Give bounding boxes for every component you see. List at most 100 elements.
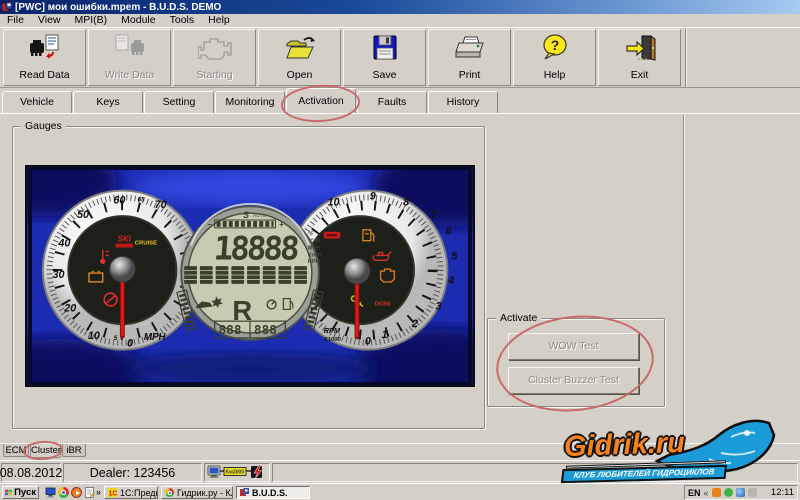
gidrik-watermark: Gidrik.ru КЛУБ ЛЮБИТЕЛЕЙ ГИДРОЦИКЛОВ (558, 419, 776, 481)
speedo-number: 0 (127, 338, 133, 350)
ski-indicator: SKI (118, 235, 132, 244)
open-button[interactable]: Open (258, 29, 341, 86)
tach-number: 1 (382, 329, 388, 341)
tray-icon-network[interactable] (736, 488, 745, 497)
media-player-icon[interactable] (71, 487, 82, 498)
tab-keys[interactable]: Keys (73, 91, 143, 113)
status-dealer: Dealer: 123456 (90, 466, 175, 480)
speedo-number: 10 (88, 330, 100, 342)
read-data-icon (29, 34, 61, 62)
open-folder-icon (284, 34, 316, 62)
lcd-unit: °C M (308, 239, 321, 245)
speedo-number: 40 (57, 238, 70, 250)
speedo-number: 20 (63, 302, 76, 314)
gauge-cluster-image: 0 10 20 30 40 50 60 70 5 65 MPH SKI CRUI… (25, 165, 475, 387)
ski-indicator-bar (115, 244, 133, 248)
buds-task-icon (240, 488, 249, 497)
write-data-button[interactable]: Write Data (88, 29, 171, 86)
save-label: Save (373, 69, 397, 81)
tray-chevron[interactable]: « (704, 488, 709, 498)
lcd-odometer-left: 888 (219, 323, 242, 338)
taskbar: Пуск » 1C 1С:Предприятие - Комп... Гидри… (0, 483, 800, 500)
menu-view[interactable]: View (31, 14, 68, 27)
quicklaunch-overflow-chevron[interactable]: » (96, 487, 101, 497)
tach-number: 2 (411, 318, 418, 330)
exit-label: Exit (631, 69, 649, 81)
starting-engine-icon (198, 34, 232, 62)
lcd-unit: °F (308, 232, 314, 238)
gauge-cluster-graphic: 0 10 20 30 40 50 60 70 5 65 MPH SKI CRUI… (27, 167, 473, 385)
taskbar-clock[interactable]: 12:11 (771, 487, 794, 498)
speedo-minor-number: 5 (114, 335, 118, 342)
show-desktop-icon[interactable] (45, 487, 56, 498)
connection-status-graphic: Kw2000 (207, 464, 269, 481)
open-label: Open (287, 69, 313, 81)
status-dealer-panel: Dealer: 123456 (63, 463, 202, 482)
interface-label: Kw2000 (226, 470, 245, 476)
window-title: [PWC] мои ошибки.mpem - B.U.D.S. DEMO (15, 2, 221, 13)
menu-mpi[interactable]: MPI(B) (68, 14, 115, 27)
1c-icon: 1C (108, 488, 117, 497)
taskbar-button-browser[interactable]: Гидрик.ру - Клуб люби... (161, 486, 233, 499)
speedo-number: 60 (113, 194, 125, 206)
taskbar-button-buds[interactable]: B.U.D.S. (236, 486, 310, 499)
tab-history[interactable]: History (428, 91, 498, 113)
read-data-button[interactable]: Read Data (3, 29, 86, 86)
speedo-number: 70 (155, 199, 167, 211)
chrome-icon[interactable] (58, 487, 69, 498)
exit-button[interactable]: Exit (598, 29, 681, 86)
lcd-logo: S (243, 210, 249, 220)
tab-vehicle[interactable]: Vehicle (2, 91, 72, 113)
svg-text:1C: 1C (109, 491, 118, 498)
page-right-divider (683, 114, 685, 443)
status-date-panel: 08.08.2012 (1, 463, 61, 482)
help-label: Help (544, 69, 566, 81)
lcd-unit: RPM (308, 259, 320, 265)
tach-number: 9 (370, 190, 376, 202)
tach-number: 8 (403, 196, 409, 208)
tab-faults[interactable]: Faults (357, 91, 427, 113)
speedo-number: 50 (77, 209, 89, 221)
toolbar-divider (685, 29, 687, 87)
print-icon (454, 34, 486, 62)
write-data-label: Write Data (105, 69, 154, 81)
start-label: Пуск (14, 487, 36, 498)
tray-icon-antivirus[interactable] (724, 488, 733, 497)
tach-number: 5 (451, 250, 458, 262)
notepad-icon[interactable] (84, 487, 95, 498)
tray-icon-orange[interactable] (712, 488, 721, 497)
lcd-unit: MPH (308, 245, 320, 251)
help-button[interactable]: ? Help (513, 29, 596, 86)
menu-tools[interactable]: Tools (163, 14, 202, 27)
dess-indicator: DESS (375, 301, 391, 307)
tray-icon-volume[interactable] (748, 488, 757, 497)
activate-group-label: Activate (496, 312, 541, 324)
tach-unit-rpm: RPM (324, 326, 341, 335)
start-button[interactable]: Пуск (2, 486, 39, 499)
page-tab-strip: Vehicle Keys Setting Monitoring Activati… (0, 88, 800, 113)
task-label: B.U.D.S. (252, 488, 288, 498)
windows-flag-icon (5, 488, 12, 497)
buds-application-window: { "window": { "title": "[PWC] мои ошибки… (0, 0, 800, 500)
menu-file[interactable]: File (0, 14, 31, 27)
chrome-tab-icon (165, 488, 174, 497)
gauges-group-label: Gauges (21, 120, 66, 132)
menu-module[interactable]: Module (114, 14, 162, 27)
language-indicator[interactable]: EN (688, 488, 701, 498)
speedo-number: 30 (53, 269, 65, 281)
starting-button[interactable]: Starting (173, 29, 256, 86)
tach-number: 6 (445, 226, 452, 238)
module-tab-ibr[interactable]: iBR (62, 444, 86, 457)
tab-monitoring[interactable]: Monitoring (215, 91, 285, 113)
tach-number: 10 (327, 196, 339, 208)
toolbar: Read Data Write Data Starting Open (0, 27, 800, 88)
print-button[interactable]: Print (428, 29, 511, 86)
menu-help[interactable]: Help (201, 14, 237, 27)
svg-text:?: ? (550, 37, 559, 53)
taskbar-button-1c[interactable]: 1C 1С:Предприятие - Комп... (104, 486, 158, 499)
speedo-inner-unit: KM/H (140, 321, 151, 326)
tab-setting[interactable]: Setting (144, 91, 214, 113)
save-button[interactable]: Save (343, 29, 426, 86)
tach-number: 4 (447, 275, 454, 287)
system-tray: EN « 12:11 (684, 485, 798, 500)
